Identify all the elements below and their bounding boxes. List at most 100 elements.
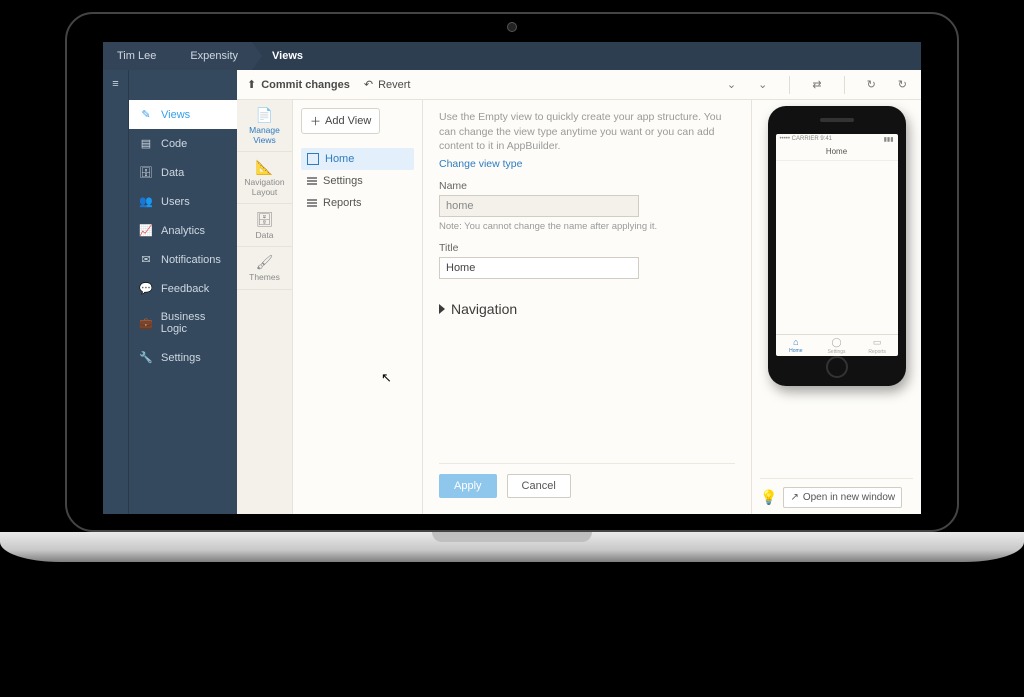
crumb-user[interactable]: Tim Lee (103, 42, 170, 70)
home-icon: ⌂ (793, 337, 798, 347)
toolbar: ⬆ Commit changes ↶ Revert ⌄ ⌄ ⇄ (237, 70, 921, 100)
view-item-reports[interactable]: Reports (301, 192, 414, 214)
sidebar-item-label: Analytics (161, 225, 205, 237)
main-sidebar: ✎ Views ▤ Code 🗄 Data 👥 Users (129, 70, 237, 514)
secnav-data[interactable]: 🗄 Data (237, 204, 292, 247)
page-icon: 📄 (239, 108, 290, 123)
cursor-icon: ↖ (381, 370, 392, 386)
secnav-label: Navigation Layout (244, 177, 284, 196)
open-new-window-label: Open in new window (803, 492, 895, 503)
crumb-section[interactable]: Views (252, 42, 317, 70)
users-icon: 👥 (139, 195, 153, 208)
code-icon: ▤ (139, 137, 153, 150)
open-new-window-button[interactable]: ↗ Open in new window (783, 487, 902, 508)
pencil-icon: ✎ (139, 108, 153, 121)
phone-tab-bar: ⌂ Home ◯ Settings ▭ (776, 334, 898, 356)
sidebar-item-code[interactable]: ▤ Code (129, 129, 237, 158)
sidebar-item-settings[interactable]: 🔧 Settings (129, 343, 237, 372)
laptop-base (0, 532, 1024, 562)
view-editor-form: Use the Empty view to quickly create you… (423, 100, 751, 514)
reload-icon[interactable]: ↻ (894, 78, 911, 91)
sidebar-item-notifications[interactable]: ✉ Notifications (129, 245, 237, 274)
chevron-down-icon[interactable]: ⌄ (754, 78, 771, 91)
database-icon: 🗄 (139, 166, 153, 179)
secnav-navigation-layout[interactable]: 📐 Navigation Layout (237, 152, 292, 204)
secnav-label: Data (256, 230, 274, 240)
sidebar-item-label: Feedback (161, 283, 209, 295)
title-label: Title (439, 242, 735, 254)
phone-status-bar: ••••• CARRIER 9:41 ▮▮▮ (776, 134, 898, 145)
mail-icon: ✉ (139, 253, 153, 266)
phone-tab-reports[interactable]: ▭ Reports (857, 335, 898, 356)
sidebar-item-views[interactable]: ✎ Views (129, 100, 237, 129)
view-item-label: Reports (323, 197, 362, 209)
revert-label: Revert (378, 79, 410, 91)
crumb-project[interactable]: Expensity (170, 42, 252, 70)
lightbulb-icon[interactable]: 💡 (760, 489, 777, 506)
sidebar-item-users[interactable]: 👥 Users (129, 187, 237, 216)
secnav-themes[interactable]: 🖌 Themes (237, 247, 292, 290)
navigation-section-label: Navigation (451, 301, 517, 317)
undo-icon: ↶ (364, 78, 373, 91)
name-label: Name (439, 180, 735, 192)
revert-button[interactable]: ↶ Revert (364, 78, 411, 91)
phone-view-title: Home (776, 145, 898, 161)
secnav-manage-views[interactable]: 📄 Manage Views (237, 100, 292, 152)
chart-icon: 📈 (139, 224, 153, 237)
list-view-icon (307, 199, 317, 207)
app-builder: Tim Lee Expensity Views ≡ ✎ Views ▤ (103, 42, 921, 514)
briefcase-icon: 💼 (139, 317, 153, 330)
commit-button[interactable]: ⬆ Commit changes (247, 78, 350, 91)
bubble-icon: 💬 (139, 282, 153, 295)
phone-tab-home[interactable]: ⌂ Home (776, 335, 817, 356)
secnav-label: Themes (249, 272, 280, 282)
menu-icon[interactable]: ≡ (112, 78, 118, 514)
chevron-down-icon[interactable]: ⌄ (723, 78, 740, 91)
sidebar-item-label: Settings (161, 352, 201, 364)
name-note: Note: You cannot change the name after a… (439, 221, 735, 232)
change-view-type-link[interactable]: Change view type (439, 158, 735, 170)
sidebar-item-label: Code (161, 138, 187, 150)
sidebar-item-business-logic[interactable]: 💼 Business Logic (129, 303, 237, 343)
preview-panel: ••••• CARRIER 9:41 ▮▮▮ Home ⌂ Home (751, 100, 921, 514)
apply-button[interactable]: Apply (439, 474, 497, 498)
phone-tab-settings[interactable]: ◯ Settings (816, 335, 857, 356)
help-text: Use the Empty view to quickly create you… (439, 110, 735, 154)
view-item-label: Home (325, 153, 354, 165)
secondary-nav: 📄 Manage Views 📐 Navigation Layout 🗄 Dat… (237, 100, 293, 514)
sidebar-item-label: Notifications (161, 254, 221, 266)
webcam (507, 22, 517, 32)
sidebar-item-label: Views (161, 109, 190, 121)
view-item-settings[interactable]: Settings (301, 170, 414, 192)
phone-preview: ••••• CARRIER 9:41 ▮▮▮ Home ⌂ Home (768, 106, 906, 386)
empty-view-icon (307, 153, 319, 165)
gear-icon: ◯ (831, 337, 841, 348)
sidebar-item-analytics[interactable]: 📈 Analytics (129, 216, 237, 245)
layout-icon: 📐 (239, 160, 290, 175)
secnav-label: Manage Views (249, 125, 280, 144)
sidebar-item-label: Users (161, 196, 190, 208)
sidebar-item-label: Business Logic (161, 311, 227, 335)
name-input[interactable] (439, 195, 639, 217)
navigation-section-header[interactable]: Navigation (439, 301, 735, 317)
view-item-label: Settings (323, 175, 363, 187)
view-list-panel: ＋ Add View Home Settings (293, 100, 423, 514)
swap-icon[interactable]: ⇄ (808, 78, 825, 91)
sidebar-item-label: Data (161, 167, 184, 179)
refresh-icon[interactable]: ↻ (863, 78, 880, 91)
report-icon: ▭ (873, 337, 882, 348)
commit-label: Commit changes (261, 79, 350, 91)
upload-icon: ⬆ (247, 78, 256, 91)
add-view-label: Add View (325, 115, 371, 127)
caret-right-icon (439, 304, 445, 314)
hamburger-column: ≡ (103, 70, 129, 514)
add-view-button[interactable]: ＋ Add View (301, 108, 380, 134)
breadcrumb-bar: Tim Lee Expensity Views (103, 42, 921, 70)
sidebar-item-data[interactable]: 🗄 Data (129, 158, 237, 187)
db-icon: 🗄 (239, 212, 290, 227)
cancel-button[interactable]: Cancel (507, 474, 571, 498)
title-input[interactable] (439, 257, 639, 279)
view-item-home[interactable]: Home (301, 148, 414, 170)
sidebar-item-feedback[interactable]: 💬 Feedback (129, 274, 237, 303)
list-view-icon (307, 177, 317, 185)
